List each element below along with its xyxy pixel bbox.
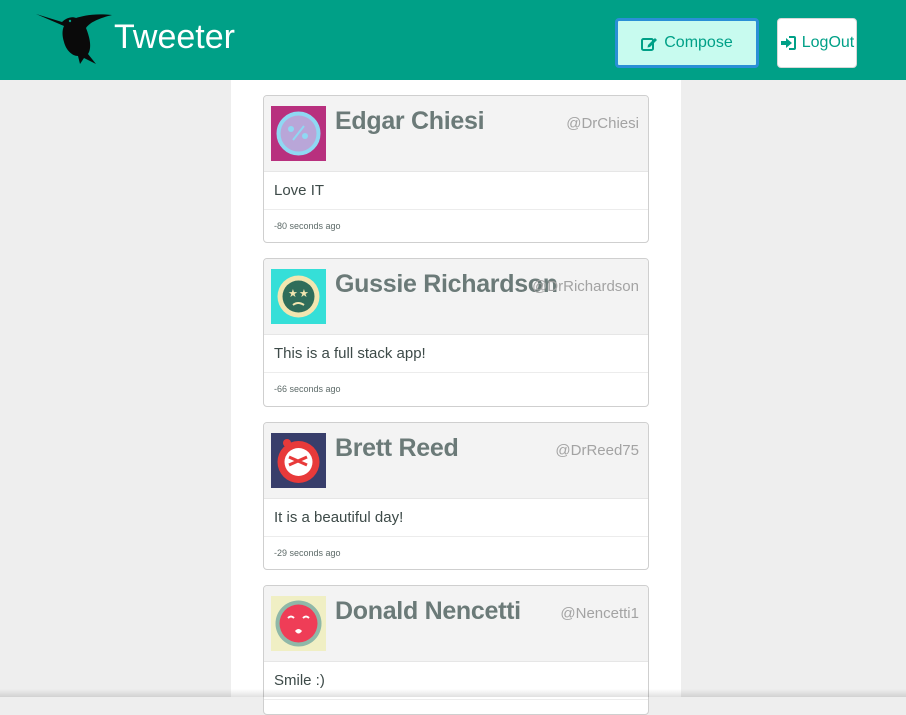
tweet-header: ★ ★ Gussie Richardson @DrRichardson (264, 259, 648, 335)
top-nav-bar: Tweeter Compose LogOut (0, 0, 906, 80)
tweet-card: ★ ★ Gussie Richardson @DrRichardson This… (263, 258, 649, 407)
brand-title[interactable]: Tweeter (114, 18, 235, 57)
tweet-author: Edgar Chiesi (335, 107, 485, 135)
compose-button-label: Compose (664, 34, 733, 51)
tweet-timestamp: -66 seconds ago (274, 383, 341, 394)
svg-text:★: ★ (288, 287, 298, 300)
tweet-header: Donald Nencetti @Nencetti1 (264, 586, 648, 662)
tweet-text: It is a beautiful day! (264, 499, 648, 537)
robot-face-avatar-icon (271, 106, 326, 161)
tweet-author: Brett Reed (335, 434, 459, 462)
tweet-author: Donald Nencetti (335, 597, 521, 625)
sign-out-icon (780, 36, 796, 50)
tweet-handle: @Nencetti1 (560, 605, 639, 622)
tweet-text: Smile :) (264, 662, 648, 700)
kissing-face-avatar-icon (271, 596, 326, 651)
tweet-timestamp: -29 seconds ago (274, 547, 341, 558)
tweet-header: Edgar Chiesi @DrChiesi (264, 96, 648, 172)
tweet-timestamp: -80 seconds ago (274, 220, 341, 231)
tweet-card: Brett Reed @DrReed75 It is a beautiful d… (263, 422, 649, 570)
tweet-card: Edgar Chiesi @DrChiesi Love IT -80 secon… (263, 95, 649, 243)
tweet-text: Love IT (264, 172, 648, 210)
tweet-handle: @DrReed75 (555, 442, 639, 459)
dizzy-face-avatar-icon: ★ ★ (271, 269, 326, 324)
tweet-text: This is a full stack app! (264, 335, 648, 373)
edit-icon (641, 37, 658, 51)
compose-button[interactable]: Compose (615, 18, 759, 68)
logout-button-label: LogOut (801, 34, 855, 51)
tweet-handle: @DrChiesi (566, 115, 639, 132)
tweet-card: Donald Nencetti @Nencetti1 Smile :) (263, 585, 649, 715)
svg-text:★: ★ (299, 287, 309, 300)
logout-button[interactable]: LogOut (777, 18, 857, 68)
tweet-author: Gussie Richardson (335, 270, 558, 298)
tweet-handle: @DrRichardson (532, 278, 639, 295)
hummingbird-logo-icon (36, 14, 112, 64)
bandaged-face-avatar-icon (271, 433, 326, 488)
tweet-feed: Edgar Chiesi @DrChiesi Love IT -80 secon… (231, 80, 681, 715)
tweet-header: Brett Reed @DrReed75 (264, 423, 648, 499)
